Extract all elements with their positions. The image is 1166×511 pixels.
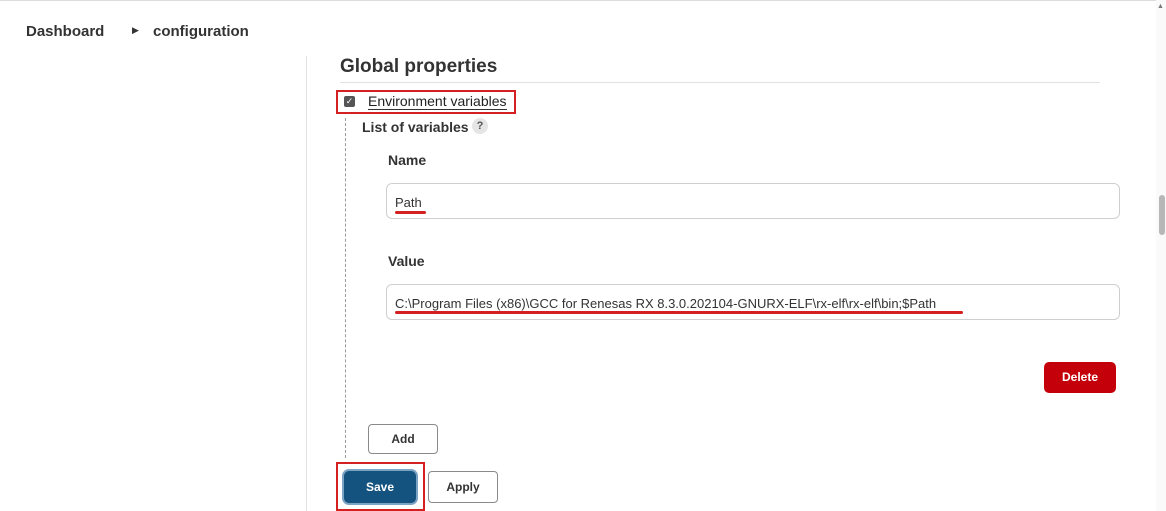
env-variables-label[interactable]: Environment variables: [368, 94, 507, 110]
name-label: Name: [388, 152, 427, 168]
value-label: Value: [388, 253, 425, 269]
section-title: Global properties: [340, 56, 498, 77]
list-of-variables-label: List of variables: [362, 119, 469, 135]
name-underline-annotation: [395, 211, 426, 214]
breadcrumb-configuration[interactable]: configuration: [153, 23, 249, 40]
name-field[interactable]: Path: [386, 183, 1120, 219]
value-field[interactable]: C:\Program Files (x86)\GCC for Renesas R…: [386, 284, 1120, 320]
scrollbar-thumb[interactable]: [1159, 195, 1165, 235]
name-field-value: Path: [395, 195, 422, 210]
help-icon[interactable]: ?: [472, 118, 488, 134]
value-field-value: C:\Program Files (x86)\GCC for Renesas R…: [395, 296, 937, 311]
breadcrumb-dashboard[interactable]: Dashboard: [26, 23, 104, 40]
add-button[interactable]: Add: [368, 424, 438, 454]
scrollbar[interactable]: [1156, 0, 1166, 511]
side-panel: [0, 56, 307, 511]
breadcrumb-bar: Dashboard ▶ configuration: [0, 0, 1166, 57]
save-button[interactable]: Save: [344, 471, 416, 503]
section-divider: [340, 82, 1100, 83]
nested-indent-line: [345, 118, 346, 458]
chevron-right-icon[interactable]: ▶: [132, 25, 139, 36]
delete-button[interactable]: Delete: [1044, 362, 1116, 393]
scroll-up-icon[interactable]: ▲: [1157, 3, 1164, 10]
apply-button[interactable]: Apply: [428, 471, 498, 503]
value-underline-annotation: [395, 311, 963, 314]
checkbox-checked-icon[interactable]: ✓: [344, 96, 355, 107]
